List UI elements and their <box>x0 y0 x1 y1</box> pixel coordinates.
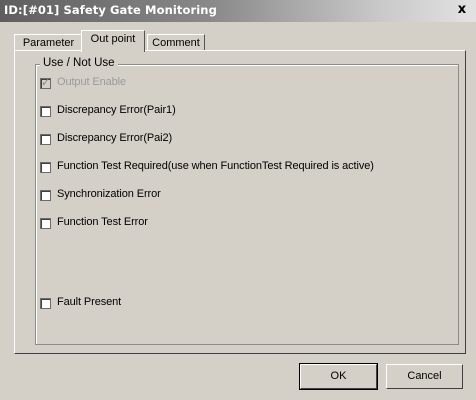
synchronization-error-checkbox[interactable] <box>40 190 51 201</box>
tab-parameter[interactable]: Parameter <box>14 34 83 50</box>
output-enable-checkbox: ✓ <box>40 76 51 89</box>
dialog-window: ID:[#01] Safety Gate Monitoring x Parame… <box>0 0 476 400</box>
function-test-required-label[interactable]: Function Test Required(use when Function… <box>57 160 374 172</box>
discrepancy-error-pair1-checkbox[interactable] <box>40 106 51 117</box>
output-enable-label: Output Enable <box>57 76 127 88</box>
ok-button[interactable]: OK <box>299 363 378 390</box>
window-title: ID:[#01] Safety Gate Monitoring <box>4 3 217 17</box>
discrepancy-error-pair1-label[interactable]: Discrepancy Error(Pair1) <box>57 104 176 116</box>
close-icon[interactable]: x <box>454 2 470 18</box>
fault-present-label[interactable]: Fault Present <box>57 296 121 308</box>
function-test-error-label[interactable]: Function Test Error <box>57 216 148 228</box>
cancel-button[interactable]: Cancel <box>386 364 463 389</box>
function-test-error-checkbox[interactable] <box>40 218 51 229</box>
tab-panel: Use / Not Use ✓ Output Enable Discrepanc… <box>14 50 466 354</box>
tab-label: Out point <box>90 33 136 45</box>
use-not-use-group: Use / Not Use ✓ Output Enable Discrepanc… <box>35 57 459 345</box>
function-test-required-checkbox[interactable] <box>40 162 51 173</box>
title-bar[interactable]: ID:[#01] Safety Gate Monitoring x <box>0 0 476 22</box>
tab-out-point[interactable]: Out point <box>81 30 145 52</box>
fault-present-checkbox[interactable] <box>40 298 51 309</box>
checkmark-icon: ✓ <box>41 76 51 89</box>
tab-comment[interactable]: Comment <box>147 34 205 50</box>
tab-label: Comment <box>152 37 200 49</box>
discrepancy-error-pair2-checkbox[interactable] <box>40 134 51 145</box>
group-title: Use / Not Use <box>40 57 118 69</box>
synchronization-error-label[interactable]: Synchronization Error <box>57 188 161 200</box>
tab-label: Parameter <box>22 37 75 49</box>
discrepancy-error-pair2-label[interactable]: Discrepancy Error(Pai2) <box>57 132 172 144</box>
